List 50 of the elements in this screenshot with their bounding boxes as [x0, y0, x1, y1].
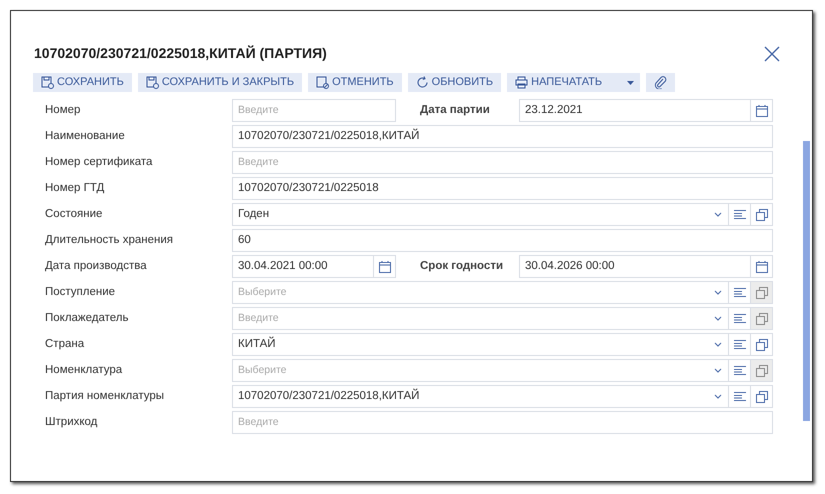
chevron-down-icon [714, 368, 722, 373]
calendar-icon[interactable] [751, 99, 773, 122]
field-label: Дата производства [45, 258, 148, 274]
chevron-down-icon [714, 342, 722, 347]
save-close-button[interactable]: СОХРАНИТЬ И ЗАКРЫТЬ [138, 73, 302, 92]
field-label: Номенклатура [45, 362, 124, 378]
calendar-icon[interactable] [751, 255, 773, 278]
copy-icon[interactable] [751, 203, 773, 226]
dropdown-field[interactable]: 10702070/230721/0225018,КИТАЙ [232, 385, 729, 408]
field-label: Наименование [45, 128, 126, 144]
chevron-down-icon [714, 316, 722, 321]
field-label: Длительность хранения [45, 232, 174, 248]
chevron-down-icon [714, 394, 722, 399]
field-label: Страна [45, 336, 86, 352]
document-icon [316, 76, 330, 89]
field-label: Штрихкод [45, 414, 98, 430]
cancel-button[interactable]: ОТМЕНИТЬ [308, 73, 402, 92]
input-field[interactable]: 10702070/230721/0225018,КИТАЙ [232, 125, 773, 148]
close-icon[interactable] [764, 46, 780, 62]
field-label: Партия номенклатуры [45, 388, 166, 404]
print-button[interactable]: НАПЕЧАТАТЬ [507, 73, 640, 92]
attach-button[interactable] [646, 73, 676, 92]
input-field[interactable]: 10702070/230721/0225018 [232, 177, 773, 200]
field-label: Дата партии [419, 102, 491, 118]
date-field[interactable]: 23.12.2021 [519, 99, 751, 122]
chevron-down-icon [714, 212, 722, 217]
date-field[interactable]: 30.04.2026 00:00 [519, 255, 751, 278]
copy-icon[interactable] [751, 333, 773, 356]
chevron-down-icon [714, 290, 722, 295]
field-label: Номер ГТД [45, 180, 106, 196]
calendar-icon[interactable] [374, 255, 396, 278]
copy-icon[interactable] [751, 385, 773, 408]
scrollbar[interactable] [803, 141, 810, 421]
date-field[interactable]: 30.04.2021 00:00 [232, 255, 374, 278]
refresh-icon [416, 76, 429, 89]
field-label: Состояние [45, 206, 104, 222]
field-label: Номер [45, 102, 82, 118]
dialog-title: 10702070/230721/0225018,КИТАЙ (ПАРТИЯ) [34, 44, 327, 63]
caret-icon [627, 80, 634, 84]
input-field[interactable]: 60 [232, 229, 773, 252]
field-label: Поступление [45, 284, 116, 300]
dropdown-field[interactable]: КИТАЙ [232, 333, 729, 356]
field-label: Срок годности [419, 258, 504, 274]
field-label: Номер сертификата [45, 154, 154, 170]
field-label: Поклажедатель [45, 310, 130, 326]
dropdown-field[interactable]: Годен [232, 203, 729, 226]
refresh-button[interactable]: ОБНОВИТЬ [408, 73, 502, 92]
save-button[interactable]: СОХРАНИТЬ [33, 73, 132, 92]
paperclip-icon [654, 76, 668, 89]
printer-icon [515, 76, 528, 89]
